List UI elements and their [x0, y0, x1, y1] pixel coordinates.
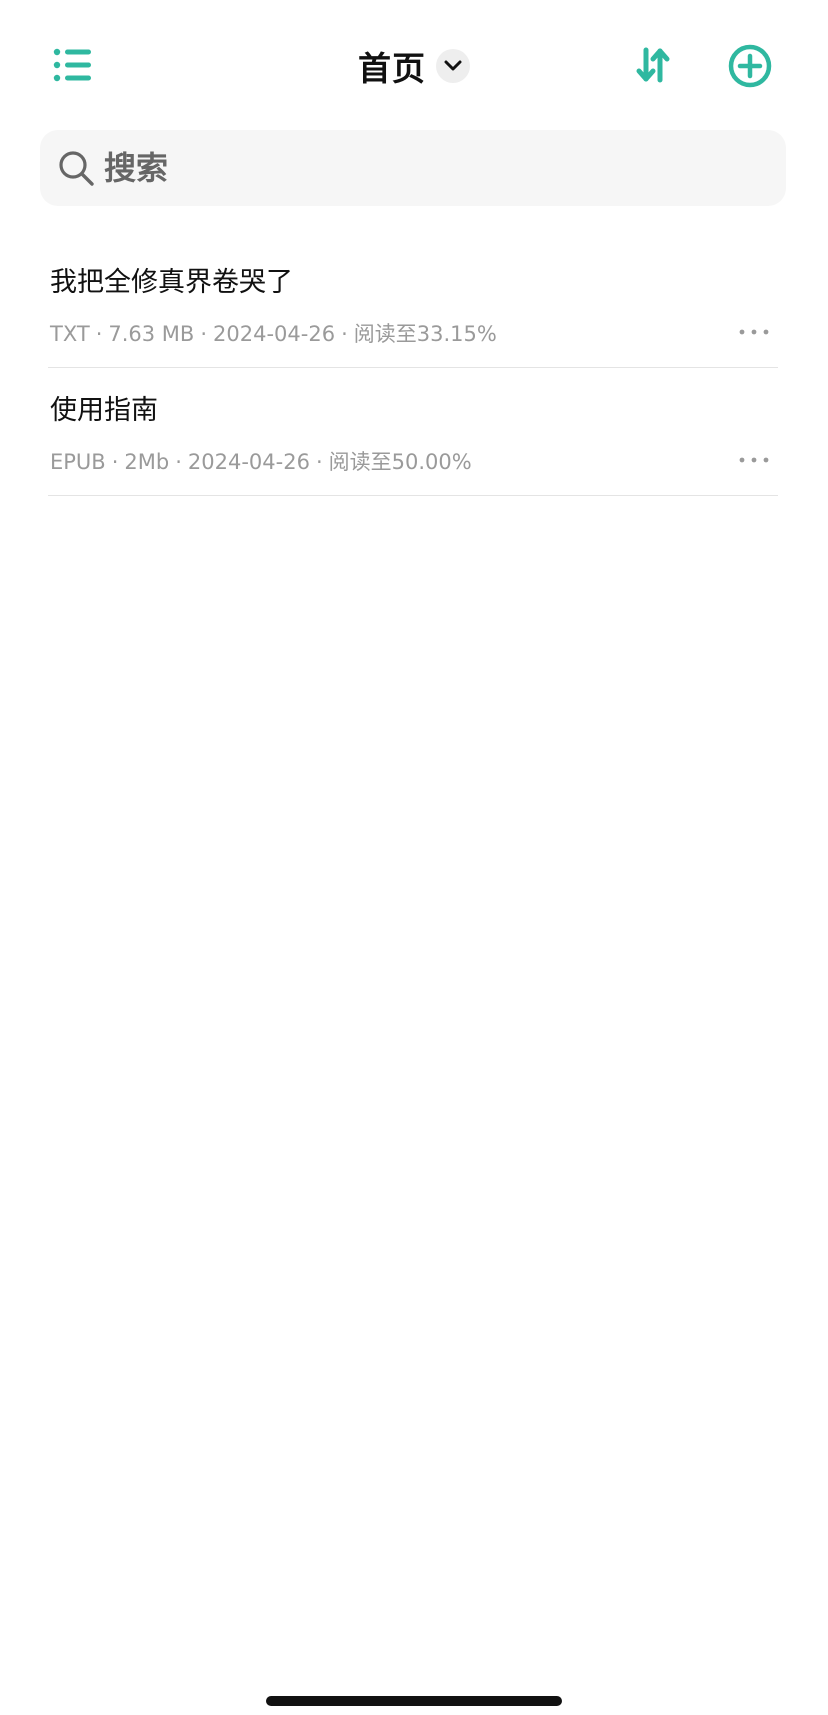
book-item[interactable]: 我把全修真界卷哭了 TXT · 7.63 MB · 2024-04-26 · 阅读至33.1… [48, 240, 778, 368]
more-options-button[interactable] [734, 320, 774, 344]
book-list: 我把全修真界卷哭了 TXT · 7.63 MB · 2024-04-26 · 阅读至33.1… [48, 240, 778, 496]
book-size: 7.63 MB [108, 322, 195, 346]
book-date: 2024-04-26 [187, 450, 310, 474]
book-meta: TXT · 7.63 MB · 2024-04-26 · 阅读至33.15% [50, 322, 497, 346]
book-size: 2Mb [124, 450, 170, 474]
home-indicator[interactable] [266, 1696, 562, 1706]
book-title: 使用指南 [50, 395, 158, 426]
book-item[interactable]: 使用指南 EPUB · 2Mb · 2024-04-26 · 阅读至50.00% [48, 368, 778, 496]
top-bar: 首页 [0, 0, 828, 130]
search-icon [56, 148, 96, 188]
sort-button[interactable] [628, 40, 678, 90]
chevron-down-icon [444, 60, 462, 71]
search-bar[interactable] [40, 130, 786, 206]
page-title: 首页 [358, 49, 426, 88]
more-dots-icon [739, 457, 769, 463]
plus-circle-icon [728, 44, 772, 88]
title-dropdown-button[interactable] [436, 49, 470, 83]
book-progress: 阅读至50.00% [328, 450, 472, 474]
search-input[interactable] [102, 137, 706, 199]
book-progress: 阅读至33.15% [353, 322, 497, 346]
book-meta: EPUB · 2Mb · 2024-04-26 · 阅读至50.00% [50, 450, 472, 474]
more-dots-icon [739, 329, 769, 335]
book-format: TXT [50, 322, 90, 346]
title-group[interactable]: 首页 [0, 38, 828, 94]
sort-arrows-icon [636, 47, 670, 83]
book-format: EPUB [50, 450, 106, 474]
more-options-button[interactable] [734, 448, 774, 472]
book-title: 我把全修真界卷哭了 [50, 267, 293, 298]
add-book-button[interactable] [724, 40, 776, 92]
book-date: 2024-04-26 [213, 322, 336, 346]
